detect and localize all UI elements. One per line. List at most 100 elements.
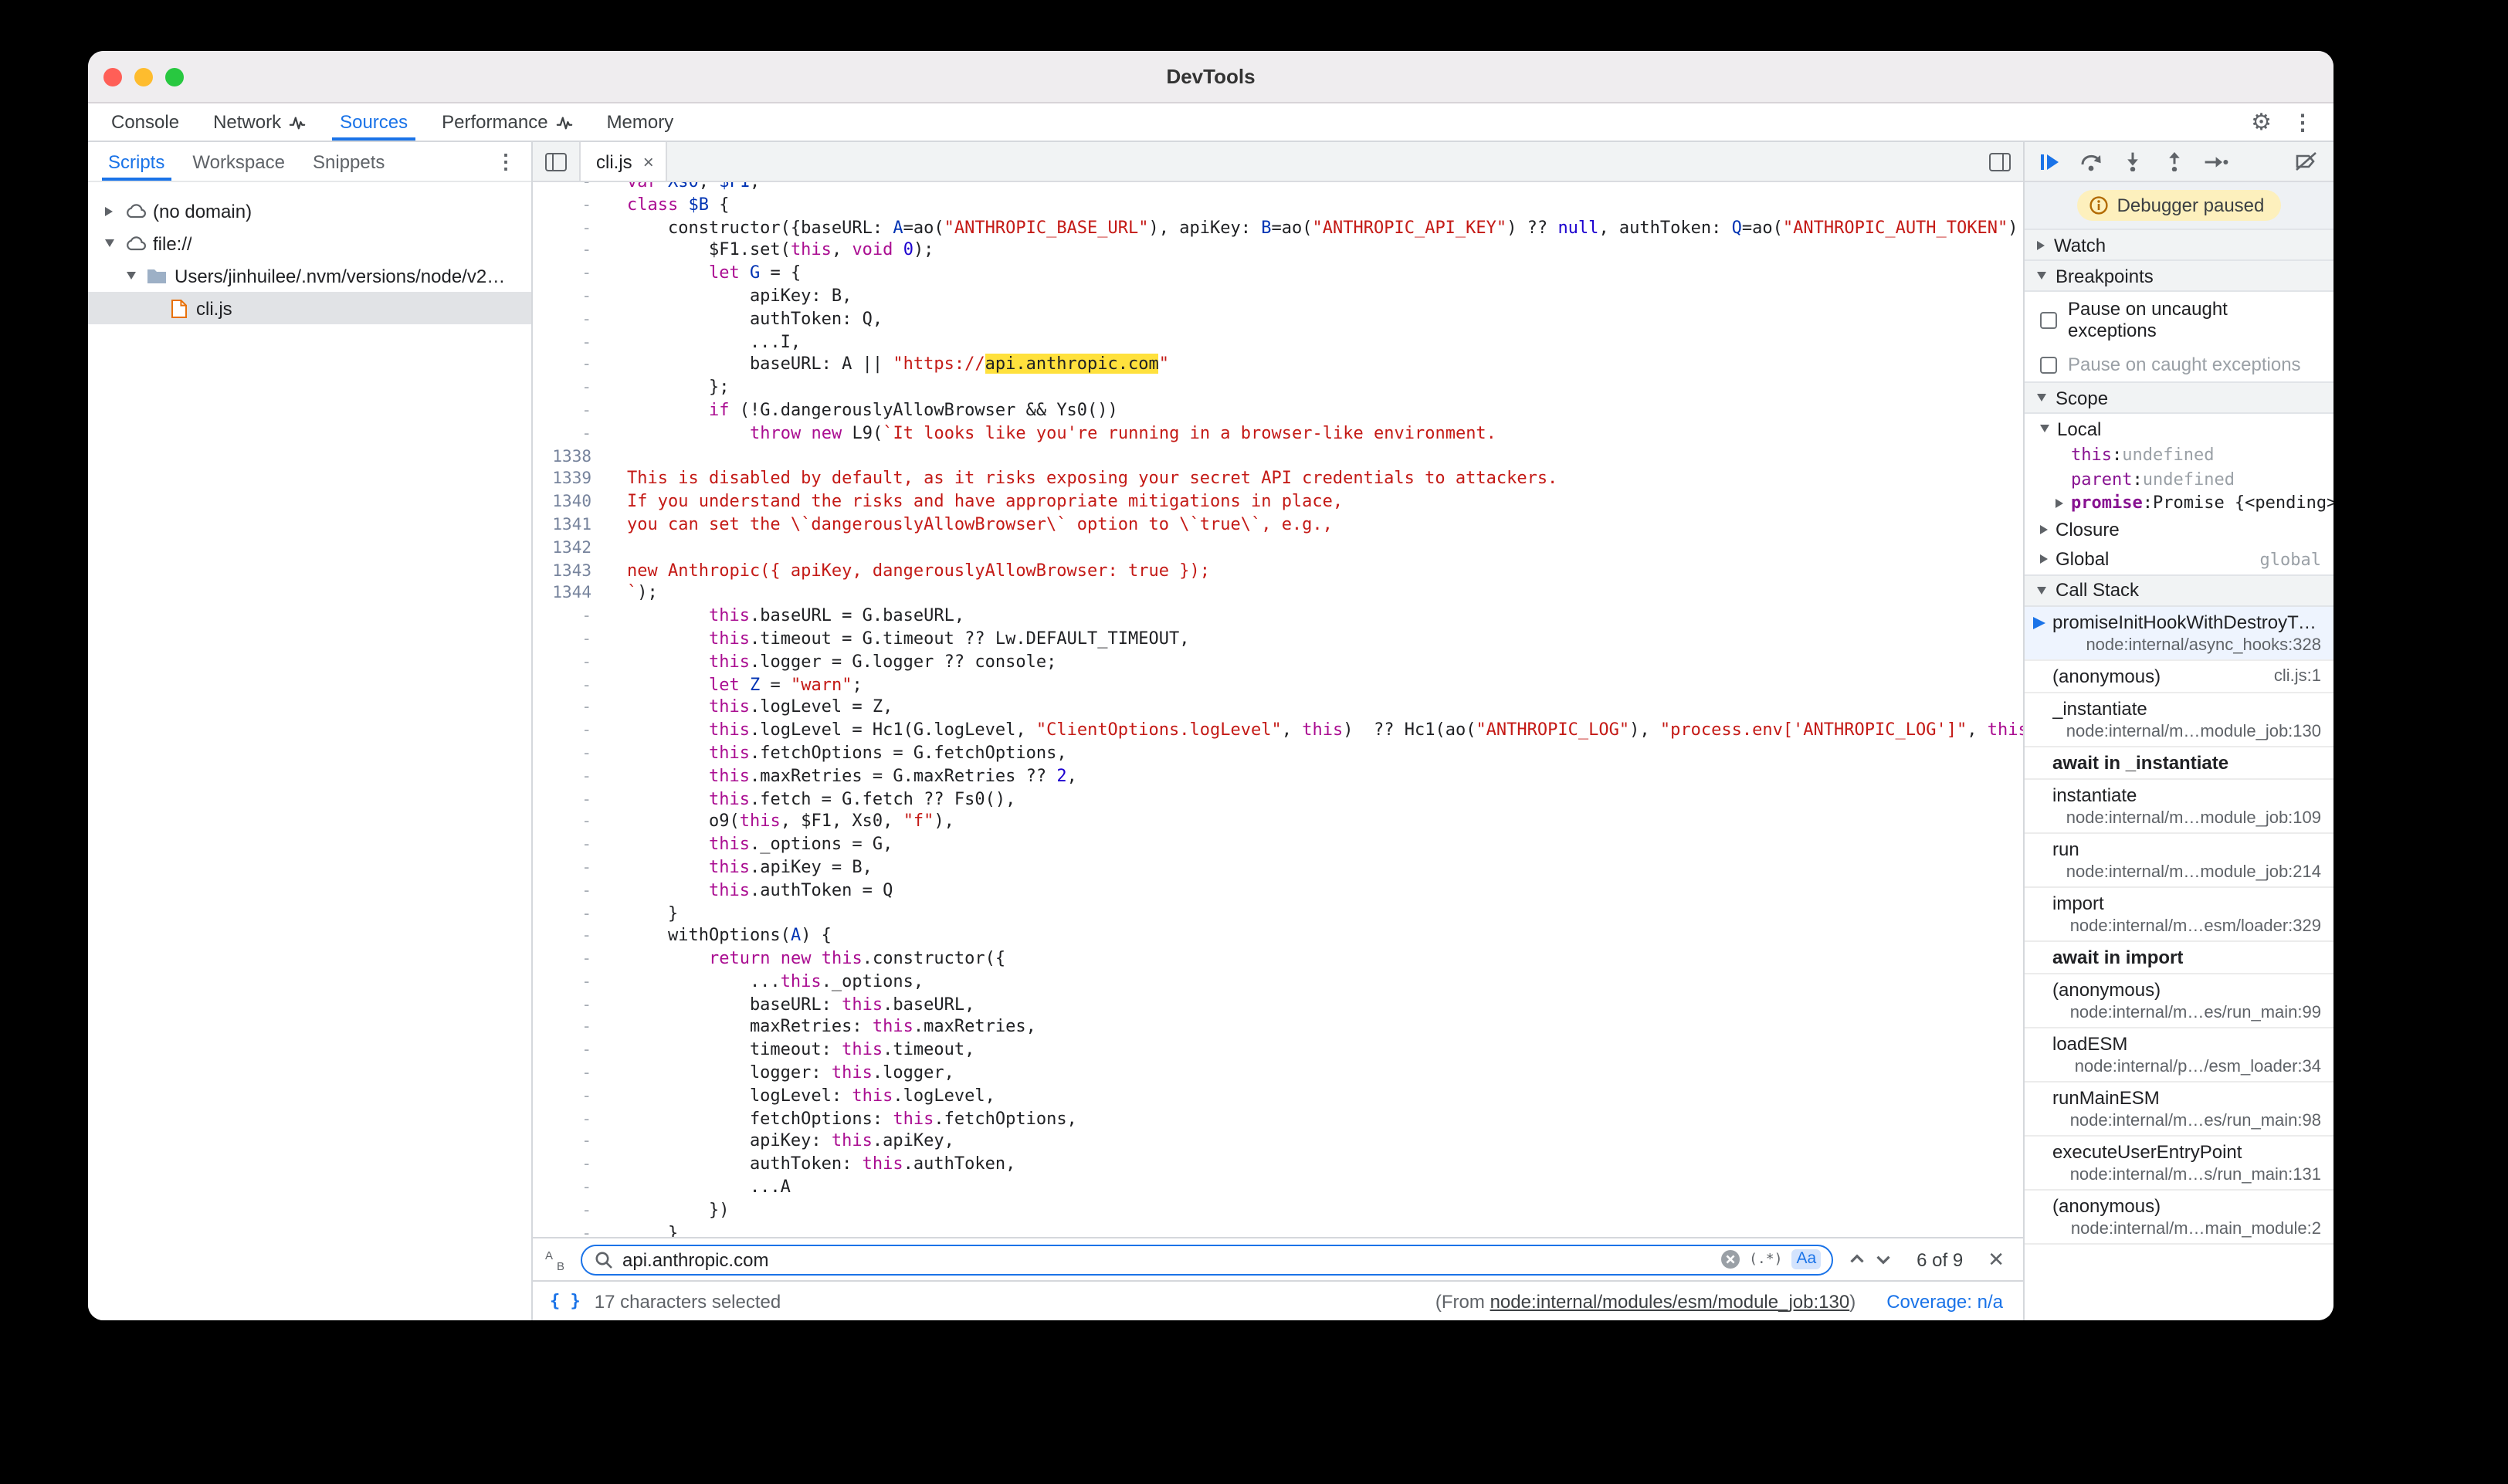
line-number[interactable]: - [533,697,605,720]
line-number[interactable]: - [533,1108,605,1131]
tab-console[interactable]: Console [94,103,196,141]
line-number[interactable]: - [533,948,605,971]
line-content[interactable]: throw new L9(`It looks like you're runni… [605,423,1496,446]
tab-network[interactable]: Network [196,103,323,141]
tab-performance[interactable]: Performance [425,103,589,141]
line-content[interactable]: ...I, [605,331,801,354]
line-number[interactable]: - [533,628,605,652]
line-number[interactable]: - [533,674,605,697]
line-content[interactable]: $F1.set(this, void 0); [605,240,934,263]
line-number[interactable]: - [533,879,605,903]
line-content[interactable]: }) [605,1200,729,1223]
close-window-button[interactable] [103,67,122,86]
line-content[interactable]: this.timeout = G.timeout ?? Lw.DEFAULT_T… [605,628,1190,652]
line-content[interactable] [605,446,627,469]
line-number[interactable]: - [533,743,605,766]
coverage-link[interactable]: Coverage: n/a [1886,1290,2003,1312]
line-number[interactable]: - [533,217,605,240]
line-content[interactable]: let Z = "warn"; [605,674,863,697]
line-number[interactable]: 1340 [533,491,605,514]
previous-match-button[interactable] [1845,1248,1869,1271]
line-content[interactable]: let G = { [605,263,801,286]
line-content[interactable]: logger: this.logger, [605,1062,954,1086]
line-number[interactable]: - [533,720,605,743]
line-number[interactable]: - [533,605,605,628]
line-content[interactable]: logLevel: this.logLevel, [605,1086,995,1109]
navigator-tab-scripts[interactable]: Scripts [94,142,178,181]
line-content[interactable]: withOptions(A) { [605,926,832,949]
tab-memory[interactable]: Memory [590,103,691,141]
line-content[interactable]: this._options = G, [605,834,893,857]
line-content[interactable]: `); [605,583,658,606]
line-content[interactable]: If you understand the risks and have app… [605,491,1343,514]
call-stack-frame[interactable]: (anonymous)cli.js:1 [2025,660,2333,693]
call-stack-frame[interactable]: loadESMnode:internal/p…/esm_loader:34 [2025,1028,2333,1082]
line-content[interactable]: ...A [605,1177,791,1200]
chevron-down-icon[interactable] [119,272,142,280]
call-stack-frame[interactable]: executeUserEntryPointnode:internal/m…s/r… [2025,1136,2333,1190]
line-number[interactable]: 1339 [533,469,605,492]
section-scope-header[interactable]: Scope [2025,381,2333,414]
line-content[interactable]: class $B { [605,195,730,218]
resume-button[interactable] [2034,146,2065,177]
line-number[interactable]: - [533,1062,605,1086]
line-number[interactable]: - [533,788,605,811]
close-find-button[interactable]: ✕ [1984,1249,2008,1269]
line-content[interactable]: this.fetchOptions = G.fetchOptions, [605,743,1067,766]
line-content[interactable]: timeout: this.timeout, [605,1040,974,1063]
scope-group-global[interactable]: Globalglobal [2025,544,2333,574]
ab-icon[interactable]: AB [545,1249,568,1270]
line-content[interactable]: this.apiKey = B, [605,857,873,880]
regex-toggle-button[interactable]: (.*) [1749,1252,1782,1267]
line-number[interactable]: - [533,857,605,880]
line-content[interactable]: fetchOptions: this.fetchOptions, [605,1108,1077,1131]
line-number[interactable]: - [533,1040,605,1063]
settings-button[interactable]: ⚙ [2251,110,2272,134]
navigator-tab-workspace[interactable]: Workspace [178,142,299,181]
call-stack-frame[interactable]: promiseInitHookWithDestroyTr…node:intern… [2025,606,2333,660]
section-call-stack-header[interactable]: Call Stack [2025,574,2333,606]
line-content[interactable]: return new this.constructor({ [605,948,1005,971]
scope-group-local[interactable]: Local [2025,414,2333,443]
line-number[interactable]: - [533,182,605,195]
line-number[interactable]: - [533,1177,605,1200]
toggle-navigator-button[interactable] [533,142,579,181]
line-number[interactable]: - [533,354,605,378]
line-content[interactable]: } [605,903,678,926]
line-content[interactable] [605,537,627,561]
line-content[interactable]: new Anthropic({ apiKey, dangerouslyAllow… [605,560,1210,583]
tree-item[interactable]: Users/jinhuilee/.nvm/versions/node/v2… [88,259,531,292]
tree-item[interactable]: file:// [88,227,531,259]
line-content[interactable]: this.baseURL = G.baseURL, [605,605,964,628]
search-input[interactable] [622,1249,1710,1270]
call-stack-frame[interactable]: instantiatenode:internal/m…module_job:10… [2025,779,2333,833]
line-number[interactable]: - [533,1200,605,1223]
line-content[interactable]: ...this._options, [605,971,924,994]
line-content[interactable]: this.authToken = Q [605,879,893,903]
step-into-button[interactable] [2117,146,2148,177]
tab-sources[interactable]: Sources [323,103,425,141]
match-case-toggle-button[interactable]: Aa [1791,1250,1821,1269]
line-number[interactable]: - [533,263,605,286]
call-stack-frame[interactable]: (anonymous)node:internal/m…es/run_main:9… [2025,974,2333,1028]
line-number[interactable]: - [533,765,605,788]
pretty-print-button[interactable]: { } [550,1291,581,1311]
line-content[interactable]: authToken: this.authToken, [605,1154,1015,1177]
line-number[interactable]: - [533,423,605,446]
scope-property[interactable]: promise: Promise {<pending>} [2025,491,2333,515]
line-content[interactable]: this.maxRetries = G.maxRetries ?? 2, [605,765,1077,788]
line-content[interactable]: maxRetries: this.maxRetries, [605,1017,1036,1040]
scope-property[interactable]: parent: undefined [2025,467,2333,491]
line-content[interactable]: apiKey: this.apiKey, [605,1131,954,1154]
from-location-link[interactable]: node:internal/modules/esm/module_job:130 [1490,1290,1850,1312]
line-number[interactable]: 1342 [533,537,605,561]
line-content[interactable]: authToken: Q, [605,309,883,332]
clear-search-button[interactable] [1720,1249,1740,1269]
line-number[interactable]: 1338 [533,446,605,469]
close-tab-icon[interactable]: × [643,152,654,171]
line-content[interactable]: } [605,1222,678,1237]
call-stack-frame[interactable]: (anonymous)node:internal/m…main_module:2 [2025,1190,2333,1244]
line-number[interactable]: - [533,651,605,674]
tree-item[interactable]: cli.js [88,292,531,324]
toggle-debugger-sidebar-button[interactable] [1977,142,2023,181]
